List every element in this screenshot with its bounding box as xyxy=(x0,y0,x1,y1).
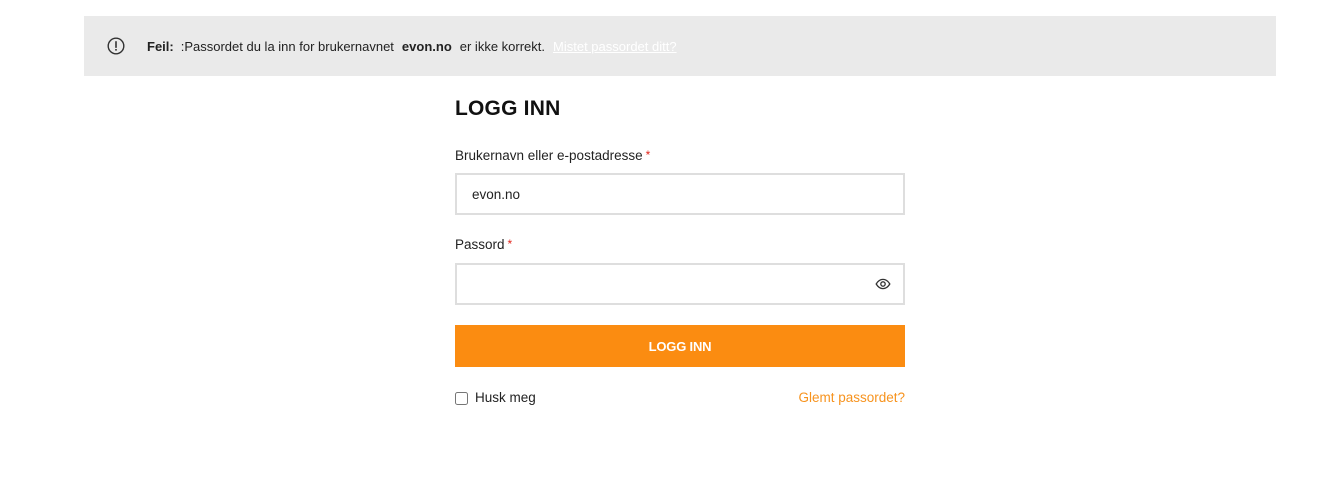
login-form: LOGG INN Brukernavn eller e-postadresse *… xyxy=(455,96,905,405)
forgot-password-link[interactable]: Glemt passordet? xyxy=(798,390,905,405)
login-button[interactable]: LOGG INN xyxy=(455,325,905,367)
error-message-start: :Passordet du la inn for brukernavnet xyxy=(180,38,394,54)
username-input[interactable] xyxy=(455,173,905,215)
password-label: Passord * xyxy=(455,237,512,252)
lost-password-link[interactable]: Mistet passordet ditt? xyxy=(553,39,677,54)
username-label: Brukernavn eller e-postadresse * xyxy=(455,148,650,163)
login-title: LOGG INN xyxy=(455,97,561,120)
password-field xyxy=(455,263,905,305)
alert-circle-icon xyxy=(107,37,125,55)
required-marker: * xyxy=(507,237,513,251)
remember-label: Husk meg xyxy=(475,390,536,405)
error-username: evon.no xyxy=(401,38,452,54)
error-notice: Feil: :Passordet du la inn for brukernav… xyxy=(84,16,1276,76)
password-input[interactable] xyxy=(455,263,905,305)
required-marker: * xyxy=(645,148,651,162)
username-label-text: Brukernavn eller e-postadresse xyxy=(455,148,643,163)
error-message-end: er ikke korrekt. xyxy=(459,38,546,54)
error-label: Feil: xyxy=(147,38,174,54)
eye-icon[interactable] xyxy=(875,276,891,292)
password-label-text: Passord xyxy=(455,237,505,252)
remember-checkbox[interactable] xyxy=(455,392,468,405)
remember-me[interactable]: Husk meg xyxy=(455,390,536,405)
